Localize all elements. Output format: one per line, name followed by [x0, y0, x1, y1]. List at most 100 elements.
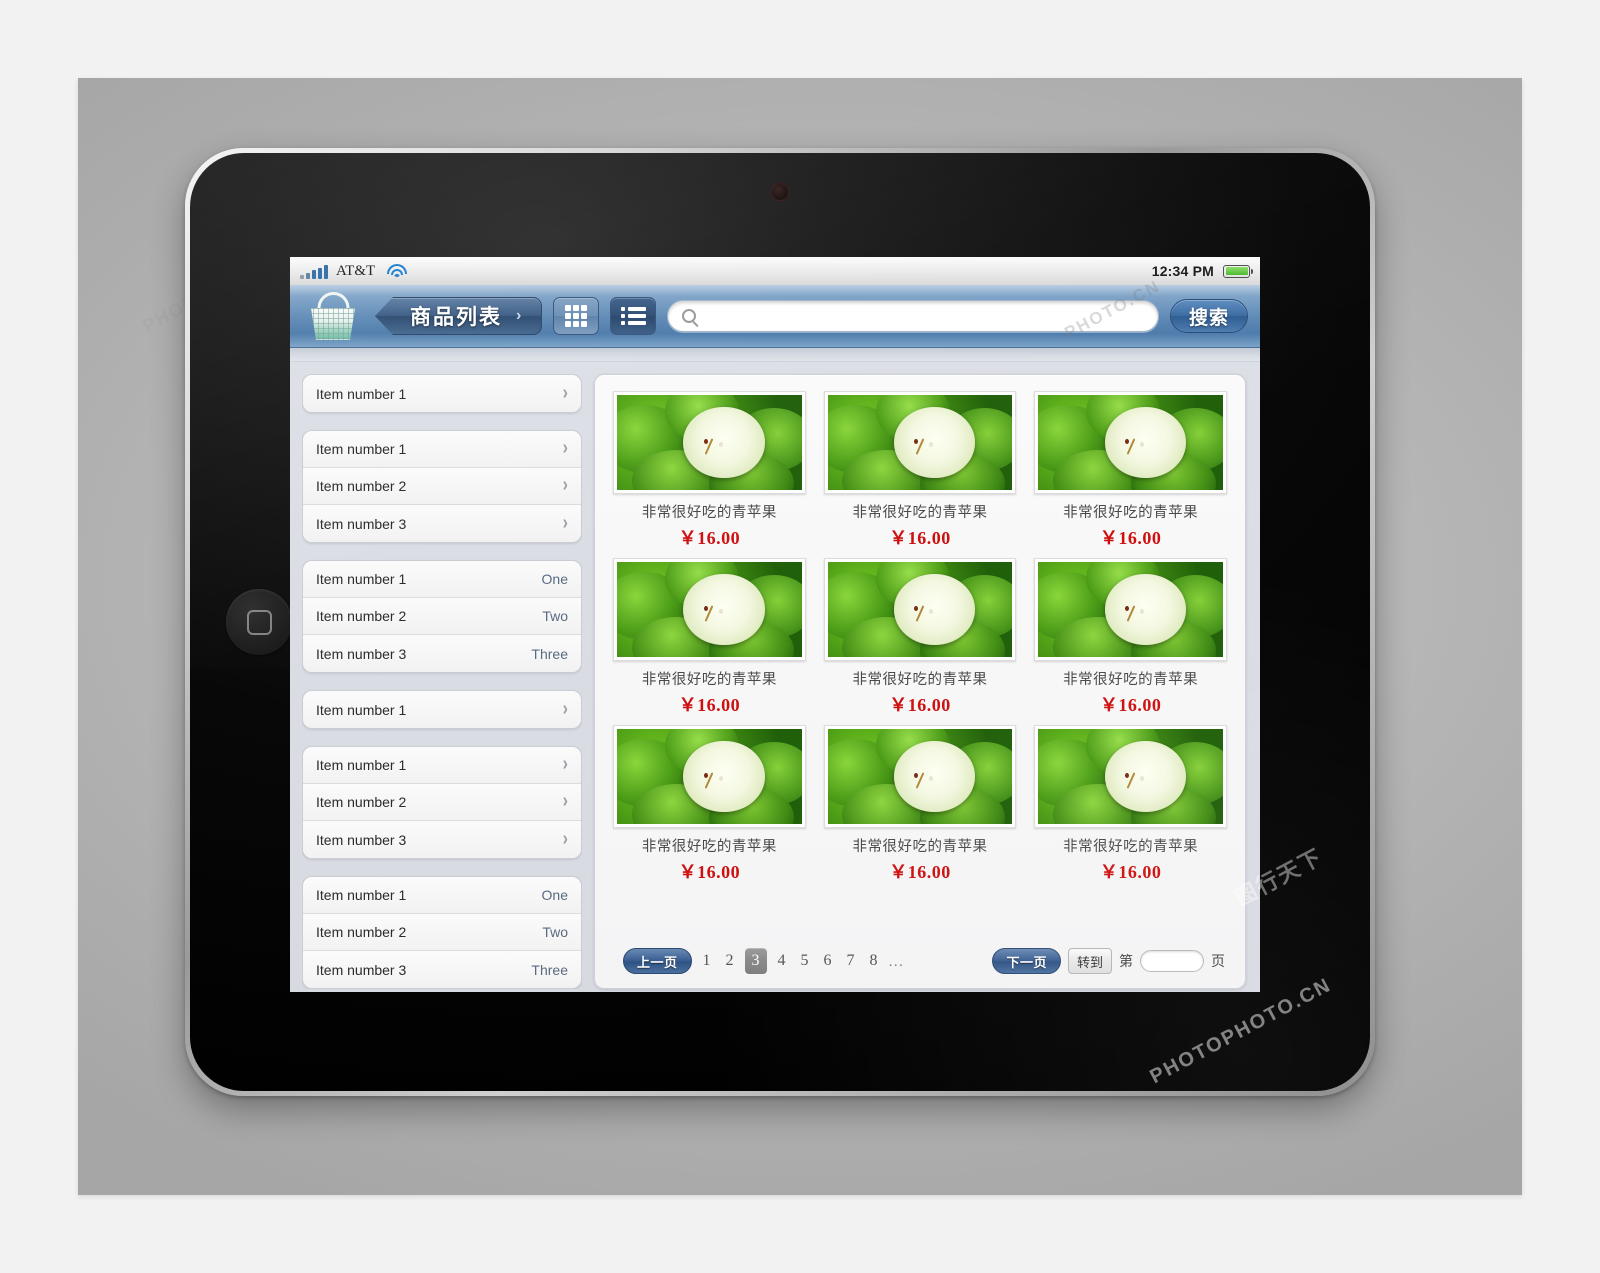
list-item-label: Item number 3: [316, 515, 407, 532]
list-item[interactable]: Item number 3 ›: [303, 821, 581, 858]
green-apples-photo: [1038, 395, 1223, 490]
product-thumbnail[interactable]: [1034, 391, 1227, 494]
product-thumbnail[interactable]: [1034, 558, 1227, 661]
list-item-label: Item number 1: [316, 385, 407, 402]
list-item-value: Three: [531, 961, 568, 978]
product-thumbnail[interactable]: [823, 391, 1017, 494]
product-name: 非常很好吃的青苹果: [852, 505, 988, 521]
chevron-right-icon: ›: [516, 307, 522, 324]
home-square-icon: [246, 609, 272, 635]
goto-page-button[interactable]: 转到: [1067, 948, 1112, 974]
home-button[interactable]: [226, 589, 292, 655]
product-name: 非常很好吃的青苹果: [641, 672, 777, 688]
grid-view-icon: [565, 305, 588, 327]
next-page-button[interactable]: 下一页: [992, 948, 1061, 974]
page-title-tab[interactable]: 商品列表 ›: [375, 297, 543, 335]
product-card[interactable]: 非常很好吃的青苹果 ￥16.00: [823, 558, 1017, 717]
camera-icon: [771, 183, 789, 201]
product-card[interactable]: 非常很好吃的青苹果 ￥16.00: [1034, 391, 1227, 550]
product-price: ￥16.00: [678, 695, 741, 715]
list-view-button[interactable]: [610, 297, 657, 335]
status-bar: AT&T 12:34 PM: [290, 257, 1260, 285]
list-item-label: Item number 2: [316, 794, 407, 810]
list-item[interactable]: Item number 3 Three: [303, 635, 581, 672]
product-card[interactable]: 非常很好吃的青苹果 ￥16.00: [613, 391, 806, 550]
search-input[interactable]: [704, 308, 1144, 324]
list-view-icon: [620, 307, 646, 325]
list-item-label: Item number 2: [316, 924, 407, 940]
product-thumbnail[interactable]: [823, 558, 1017, 661]
page-number-active[interactable]: 3: [744, 948, 767, 974]
product-name: 非常很好吃的青苹果: [1063, 839, 1199, 855]
page-number[interactable]: 2: [722, 950, 738, 972]
page-number[interactable]: 6: [820, 950, 836, 972]
list-item[interactable]: Item number 1 ›: [303, 375, 581, 412]
list-item[interactable]: Item number 2 ›: [303, 784, 581, 821]
product-thumbnail[interactable]: [613, 725, 806, 828]
search-button[interactable]: 搜索: [1169, 299, 1248, 333]
prev-page-button[interactable]: 上一页: [623, 948, 692, 974]
list-item[interactable]: Item number 1 One: [303, 561, 581, 598]
page-number[interactable]: 7: [843, 950, 859, 972]
chevron-right-icon: ›: [562, 753, 568, 775]
list-item-label: Item number 1: [316, 441, 407, 457]
goto-page-input[interactable]: [1140, 950, 1204, 972]
product-price: ￥16.00: [1099, 528, 1162, 548]
chevron-right-icon: ›: [562, 790, 568, 812]
list-item-label: Item number 1: [316, 701, 407, 718]
product-card[interactable]: 非常很好吃的青苹果 ￥16.00: [823, 725, 1017, 884]
product-price: ￥16.00: [678, 528, 741, 548]
product-price: ￥16.00: [1099, 862, 1162, 882]
list-item[interactable]: Item number 2 ›: [303, 468, 581, 505]
product-card[interactable]: 非常很好吃的青苹果 ￥16.00: [613, 558, 806, 717]
product-thumbnail[interactable]: [613, 558, 806, 661]
status-bar-left: AT&T: [300, 263, 408, 279]
sidebar-group: Item number 1 ›: [302, 374, 582, 413]
sidebar-group: Item number 1 › Item number 2 › Item number …: [302, 430, 582, 543]
sidebar-group: Item number 1 One Item number 2 Two Item num…: [302, 876, 582, 989]
page-number[interactable]: 5: [797, 950, 813, 972]
list-item[interactable]: Item number 3 ›: [303, 505, 581, 542]
page-number[interactable]: 1: [699, 950, 715, 972]
product-name: 非常很好吃的青苹果: [1063, 505, 1199, 521]
product-grid: 非常很好吃的青苹果 ￥16.00 非常很好吃的青苹果 ￥16.00 非常很好吃的青苹果 ￥…: [613, 391, 1227, 884]
chevron-right-icon: ›: [562, 474, 568, 496]
status-bar-right: 12:34 PM: [1151, 263, 1253, 279]
search-icon: [682, 309, 697, 323]
list-item[interactable]: Item number 2 Two: [303, 914, 581, 951]
app-toolbar: 商品列表 › 搜索: [290, 285, 1260, 348]
list-item[interactable]: Item number 1 ›: [303, 431, 581, 468]
pagination-ellipsis: ...: [888, 952, 905, 970]
grid-view-button[interactable]: [553, 297, 600, 335]
product-thumbnail[interactable]: [823, 725, 1017, 828]
search-field-wrapper[interactable]: [667, 300, 1159, 332]
list-item-label: Item number 3: [316, 961, 407, 978]
clock-label: 12:34 PM: [1151, 263, 1214, 279]
page-number[interactable]: 8: [866, 950, 882, 972]
green-apples-photo: [1038, 562, 1223, 657]
pagination-bar: 上一页 12345678 ... 下一页 转到 第 页: [613, 942, 1227, 978]
product-card[interactable]: 非常很好吃的青苹果 ￥16.00: [823, 391, 1017, 550]
green-apples-photo: [827, 729, 1013, 824]
list-item[interactable]: Item number 2 Two: [303, 598, 581, 635]
product-card[interactable]: 非常很好吃的青苹果 ￥16.00: [1034, 558, 1227, 717]
list-item-label: Item number 1: [316, 757, 407, 773]
list-item[interactable]: Item number 3 Three: [303, 951, 581, 988]
product-card[interactable]: 非常很好吃的青苹果 ￥16.00: [613, 725, 806, 884]
product-thumbnail[interactable]: [1034, 725, 1227, 828]
chevron-right-icon: ›: [562, 698, 568, 720]
green-apples-photo: [827, 562, 1013, 657]
product-card[interactable]: 非常很好吃的青苹果 ￥16.00: [1034, 725, 1227, 884]
product-name: 非常很好吃的青苹果: [1063, 672, 1199, 688]
list-item[interactable]: Item number 1 One: [303, 877, 581, 914]
list-item[interactable]: Item number 1 ›: [303, 747, 581, 784]
product-thumbnail[interactable]: [613, 391, 806, 494]
product-name: 非常很好吃的青苹果: [641, 505, 777, 521]
page-number[interactable]: 4: [774, 950, 790, 972]
app-body: Item number 1 › Item number 1 › Item number …: [290, 362, 1260, 992]
shopping-basket-icon: [302, 288, 364, 346]
list-item[interactable]: Item number 1 ›: [303, 691, 581, 728]
tablet-bezel: AT&T 12:34 PM 商品列表 › 搜索 Item number 1 › …: [190, 153, 1370, 1091]
product-name: 非常很好吃的青苹果: [852, 672, 988, 688]
battery-icon: [1223, 264, 1253, 278]
